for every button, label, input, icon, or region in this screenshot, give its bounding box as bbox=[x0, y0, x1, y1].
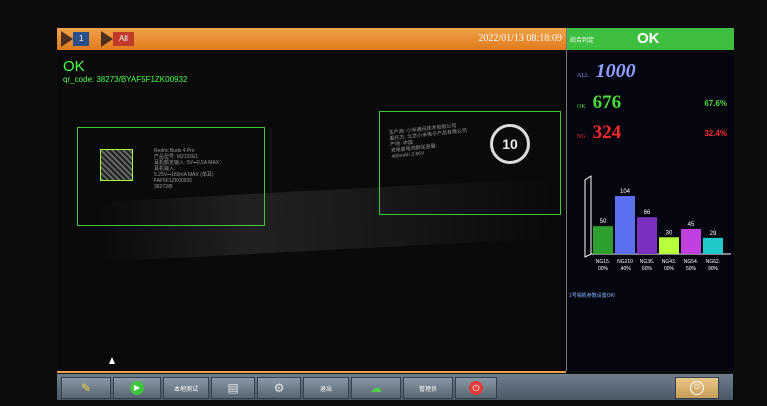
bar-5 bbox=[681, 228, 701, 254]
admin-button[interactable]: 管理员 bbox=[403, 377, 453, 399]
ng-value: 324 bbox=[592, 122, 622, 143]
cloud-button[interactable]: ☁ bbox=[351, 377, 401, 399]
documents-button[interactable]: ▤ bbox=[211, 377, 255, 399]
ng-percent: 32.4% bbox=[704, 129, 727, 138]
camera-flag-icon bbox=[101, 31, 113, 47]
datetime: 2022/01/13 08:18:09 bbox=[478, 33, 562, 44]
verdict-value: OK bbox=[637, 30, 660, 47]
ok-value: 676 bbox=[592, 92, 622, 113]
roi-cert-box: 生产商: 小米通讯技术有限公司 委托方: 北京小米电子产品有限公司 产地: 中国… bbox=[379, 111, 561, 215]
category-label-line2: 00% bbox=[598, 266, 609, 272]
ng-count-row: NG 324 32.4% bbox=[577, 122, 727, 144]
all-value: 1000 bbox=[595, 60, 636, 82]
exit-button[interactable]: 退出 bbox=[303, 377, 349, 399]
overall-verdict: 综合判定 OK bbox=[567, 28, 734, 50]
mouse-cursor-icon bbox=[109, 357, 115, 364]
local-test-label: 本地测试 bbox=[173, 386, 198, 393]
ok-tag: OK bbox=[577, 104, 586, 110]
exit-label: 退出 bbox=[319, 386, 332, 393]
inspection-result: OK bbox=[63, 58, 85, 75]
documents-icon: ▤ bbox=[227, 381, 239, 395]
ok-percent: 67.6% bbox=[704, 99, 727, 108]
total-count-row: ALL 1000 bbox=[577, 60, 636, 83]
qr-code-readout: qr_code: 38273/BYAF5F1ZK00932 bbox=[63, 75, 188, 84]
power-icon: ⏻ bbox=[469, 381, 483, 395]
category-label: NG54. bbox=[684, 259, 698, 265]
camera-1-label: 1 bbox=[73, 32, 90, 46]
category-label: NG43. bbox=[662, 259, 676, 265]
bar-value-label: 50 bbox=[600, 219, 607, 225]
category-label: NG62. bbox=[706, 259, 720, 265]
all-cameras-label: All bbox=[113, 32, 134, 46]
bar-value-label: 30 bbox=[666, 230, 673, 236]
bar-6 bbox=[703, 237, 723, 254]
category-label-line2: 60% bbox=[642, 266, 653, 272]
gear-icon: ⚙ bbox=[273, 381, 285, 395]
category-label-line2: 00% bbox=[664, 266, 675, 272]
bar-4 bbox=[659, 237, 679, 254]
verdict-caption: 综合判定 bbox=[570, 38, 595, 44]
ng-bar-chart: 50NG15.00%104NG210.40%66NG36.60%30NG43.0… bbox=[584, 175, 731, 272]
bar-value-label: 45 bbox=[688, 222, 695, 228]
bar-2 bbox=[615, 196, 635, 254]
roi-cert-text: 生产商: 小米通讯技术有限公司 委托方: 北京小米电子产品有限公司 产地: 中国… bbox=[388, 123, 468, 160]
taskbar: ✎ ▶ 本地测试 ▤ ⚙ 退出 ☁ 管理员 ⏻ ⏻ bbox=[57, 374, 733, 400]
local-test-button[interactable]: 本地测试 bbox=[163, 377, 209, 399]
stats-panel: 综合判定 OK ALL 1000 OK 676 67.6% NG 324 32.… bbox=[566, 28, 734, 371]
bar-value-label: 104 bbox=[620, 189, 631, 195]
recycle-10-icon: 10 bbox=[490, 124, 530, 164]
all-cameras-button[interactable]: All bbox=[101, 31, 139, 47]
camera-flag-icon bbox=[61, 31, 73, 47]
qr-code-box bbox=[100, 149, 133, 181]
edit-button[interactable]: ✎ bbox=[61, 377, 111, 399]
hmi-screen: 1 All 2022/01/13 08:18:09 OK qr_code: 38… bbox=[57, 28, 734, 400]
all-tag: ALL bbox=[577, 73, 589, 79]
category-label-line2: 90% bbox=[708, 266, 719, 272]
camera-1-button[interactable]: 1 bbox=[61, 31, 99, 47]
pencil-icon: ✎ bbox=[80, 381, 92, 395]
camera-view: OK qr_code: 38273/BYAF5F1ZK00932 Redmi B… bbox=[57, 50, 566, 373]
power-button[interactable]: ⏻ bbox=[455, 377, 497, 399]
roi-label-box: Redmi Buds 4 Pro 产品型号: M2132E1 耳机额定输入: 5… bbox=[77, 127, 265, 226]
play-icon: ▶ bbox=[130, 381, 144, 395]
bar-3 bbox=[637, 217, 657, 254]
ng-tag: NG bbox=[577, 134, 586, 140]
cloud-icon: ☁ bbox=[370, 381, 382, 395]
settings-button[interactable]: ⚙ bbox=[257, 377, 301, 399]
system-button[interactable]: ⏻ bbox=[675, 377, 719, 399]
category-label-line2: 50% bbox=[686, 266, 697, 272]
run-button[interactable]: ▶ bbox=[113, 377, 161, 399]
power-small-icon: ⏻ bbox=[690, 381, 704, 395]
bar-1 bbox=[593, 226, 613, 254]
category-label: NG210 bbox=[617, 259, 633, 265]
status-message: 1号相机参数设置OK! bbox=[569, 293, 616, 299]
bar-value-label: 66 bbox=[644, 210, 651, 216]
category-label: NG36. bbox=[640, 259, 654, 265]
ok-count-row: OK 676 67.6% bbox=[577, 92, 727, 114]
category-label: NG15. bbox=[596, 259, 610, 265]
admin-label: 管理员 bbox=[418, 386, 437, 393]
roi-label-text: Redmi Buds 4 Pro 产品型号: M2132E1 耳机额定输入: 5… bbox=[154, 148, 220, 190]
bar-value-label: 29 bbox=[710, 231, 717, 237]
category-label-line2: .40% bbox=[619, 266, 631, 272]
top-bar: 1 All 2022/01/13 08:18:09 bbox=[57, 28, 566, 50]
